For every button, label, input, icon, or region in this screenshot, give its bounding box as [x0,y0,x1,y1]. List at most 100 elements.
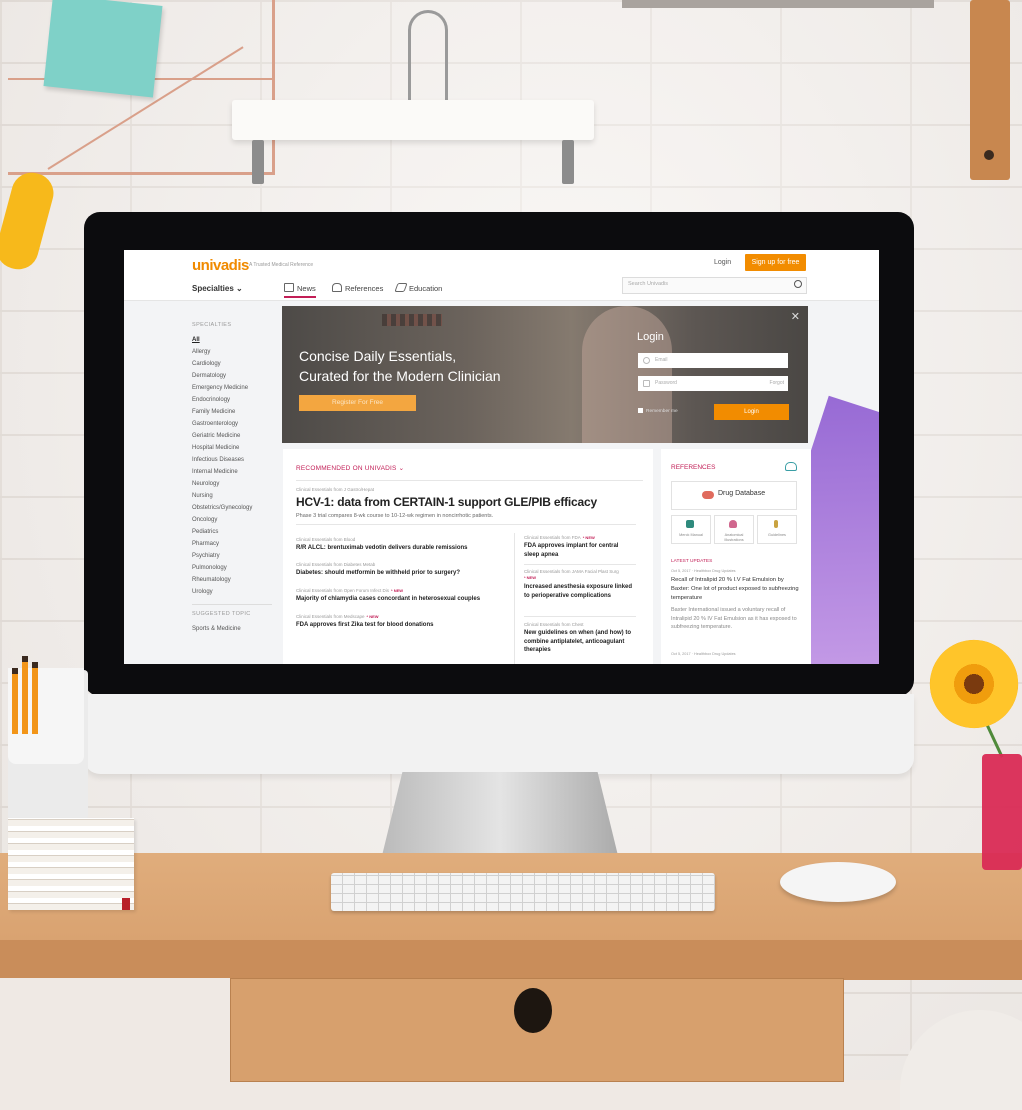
update-title[interactable]: Recall of Intralipid 20 % I.V Fat Emulsi… [671,576,801,603]
story-headline[interactable]: Diabetes: should metformin be withheld p… [296,569,511,578]
user-icon [643,357,650,364]
story-headline[interactable]: R/R ALCL: brentuximab vedotin delivers d… [296,544,511,553]
story-kicker: Clinical Essentials from Medscape * NEW [296,614,379,619]
sidebar-item-all[interactable]: All [192,334,272,346]
story-headline[interactable]: Majority of chlamydia cases concordant i… [296,595,511,604]
graduation-cap-icon [394,283,408,292]
sidebar-item[interactable]: Dermatology [192,370,272,382]
search-placeholder: Search Univadis [628,281,669,287]
story-headline[interactable]: FDA approves first Zika test for blood d… [296,621,511,630]
caduceus-icon [774,520,778,528]
pencil [32,662,38,734]
story-headline[interactable]: New guidelines on when (and how) to comb… [524,629,634,655]
sidebar-item-sports-medicine[interactable]: Sports & Medicine [192,623,272,635]
anatomical-illustrations-button[interactable]: Anatomical Illustrations [714,515,754,544]
sidebar-item[interactable]: Emergency Medicine [192,382,272,394]
story-headline[interactable]: FDA approves implant for central sleep a… [524,542,634,559]
story-headline[interactable]: Increased anesthesia exposure linked to … [524,583,634,600]
tab-education[interactable]: Education [394,283,443,293]
sidebar-item[interactable]: Pharmacy [192,538,272,550]
hanger-hook [408,10,448,103]
sidebar-item[interactable]: Cardiology [192,358,272,370]
login-submit-button[interactable]: Login [714,404,789,420]
update-meta: Oct 5, 2017 · Healthbox Drug Updates [671,569,736,573]
new-badge-text: * NEW [524,575,536,580]
divider [524,564,636,565]
univadis-logo[interactable]: univadis [192,257,249,274]
sidebar-item[interactable]: Family Medicine [192,406,272,418]
forgot-link[interactable]: Forgot [770,380,784,386]
main-story-summary: Phase 3 trial compares 8-wk course to 10… [296,513,494,519]
drug-database-label: Drug Database [718,490,766,497]
browser-screen: univadis A Trusted Medical Reference Log… [124,250,879,664]
specialties-dropdown[interactable]: Specialties ⌄ [192,284,243,293]
sidebar-item[interactable]: Endocrinology [192,394,272,406]
chevron-down-icon: ⌄ [236,284,243,293]
search-icon[interactable] [794,280,802,288]
divider [296,480,643,481]
sidebar-item[interactable]: Rheumatology [192,574,272,586]
logo-tagline: A Trusted Medical Reference [249,262,314,268]
floor-area [0,978,230,1080]
sidebar-item[interactable]: Infectious Diseases [192,454,272,466]
sidebar-heading: SPECIALTIES [192,322,232,328]
tab-news[interactable]: News [284,283,316,298]
guidelines-button[interactable]: Guidelines [757,515,797,544]
gerbera-flower [930,640,1018,728]
tool-label: Guidelines [768,533,786,537]
lock-icon [643,380,650,387]
sidebar-item[interactable]: Pulmonology [192,562,272,574]
close-icon[interactable]: ✕ [791,310,800,323]
cloud-icon [332,283,342,292]
pencil-cup [8,656,84,764]
story-kicker: Clinical Essentials from Open Forum Infe… [296,588,403,593]
merck-manual-button[interactable]: Merck Manual [671,515,711,544]
sidebar-item[interactable]: Nursing [192,490,272,502]
signup-button[interactable]: Sign up for free [745,254,806,271]
search-input[interactable]: Search Univadis [622,277,807,294]
tab-label: References [345,284,384,293]
kicker-text: Clinical Essentials from Medscape [296,614,365,619]
hero-banner: Concise Daily Essentials, Curated for th… [282,306,808,443]
pencil [12,668,18,734]
email-field[interactable]: Email [638,353,788,368]
sidebar-item[interactable]: Oncology [192,514,272,526]
login-link[interactable]: Login [714,259,731,266]
suggested-topic-heading: SUGGESTED TOPIC [192,611,251,617]
password-field[interactable]: Password Forgot [638,376,788,391]
sidebar-item[interactable]: Urology [192,586,272,598]
sidebar-item[interactable]: Neurology [192,478,272,490]
login-title: Login [637,331,664,343]
password-placeholder: Password [655,380,677,386]
sidebar-item[interactable]: Allergy [192,346,272,358]
sidebar-item[interactable]: Obstetrics/Gynecology [192,502,272,514]
recommended-feed: RECOMMENDED ON UNIVADIS ⌄ Clinical Essen… [283,449,653,664]
register-button[interactable]: Register For Free [299,395,416,411]
main-story-headline[interactable]: HCV-1: data from CERTAIN-1 support GLE/P… [296,495,597,509]
recommended-heading[interactable]: RECOMMENDED ON UNIVADIS ⌄ [296,464,404,472]
sidebar-item[interactable]: Hospital Medicine [192,442,272,454]
remember-label: Remember me [646,409,678,414]
remember-me-checkbox[interactable]: Remember me [638,408,678,414]
sidebar-item[interactable]: Pediatrics [192,526,272,538]
tab-label: Education [409,284,443,293]
sidebar-item[interactable]: Internal Medicine [192,466,272,478]
site-header: univadis A Trusted Medical Reference Log… [124,250,879,301]
drug-database-button[interactable]: Drug Database [671,481,797,510]
monitor-chin [84,694,914,774]
cloud-icon[interactable] [785,462,797,471]
hanger-clip [252,140,264,184]
book-icon [686,520,694,528]
divider [296,524,636,525]
checkbox-icon [638,408,643,413]
chevron-down-icon: ⌄ [398,465,405,472]
update-body: Baxter International issued a voluntary … [671,607,797,630]
sidebar-item[interactable]: Psychiatry [192,550,272,562]
hanger-bar [232,100,594,140]
divider [524,616,636,617]
sidebar-item[interactable]: Geriatric Medicine [192,430,272,442]
sidebar-item[interactable]: Gastroenterology [192,418,272,430]
tab-references[interactable]: References [332,283,383,293]
mouse [780,862,896,902]
tab-label: News [297,284,316,293]
